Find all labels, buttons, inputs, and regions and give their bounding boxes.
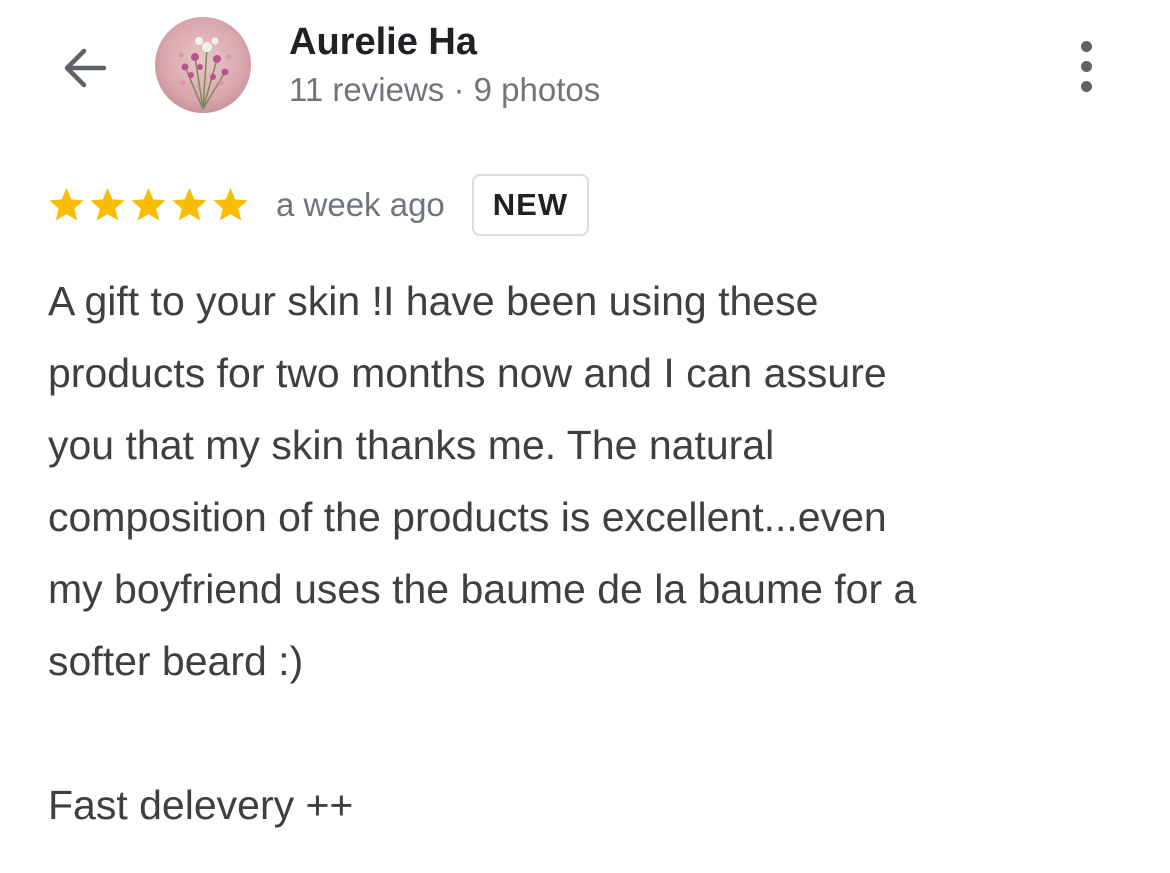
review-text-line: Fast delevery ++ — [48, 782, 354, 828]
star-icon — [49, 188, 84, 221]
review-text-line: my boyfriend uses the baume de la baume … — [48, 566, 917, 612]
more-vert-icon-dot — [1080, 80, 1092, 92]
star-icon — [131, 188, 166, 221]
review-text: A gift to your skin !I have been using t… — [48, 265, 1128, 841]
star-icon — [213, 188, 248, 221]
author-review-count: 11 reviews · 9 photos — [289, 71, 601, 108]
back-button[interactable] — [50, 34, 118, 102]
review-time: a week ago — [276, 186, 445, 223]
author-name[interactable]: Aurelie Ha — [289, 20, 477, 64]
more-vert-icon-dot — [1080, 60, 1092, 72]
review-text-line: products for two months now and I can as… — [48, 350, 887, 396]
avatar[interactable] — [155, 17, 251, 113]
review-text-line: A gift to your skin !I have been using t… — [48, 278, 819, 324]
review-text-line: composition of the products is excellent… — [48, 494, 887, 540]
star-icon — [172, 188, 207, 221]
review-text-line: softer beard :) — [48, 638, 304, 684]
star-rating — [46, 185, 251, 225]
more-options-button[interactable] — [1060, 36, 1112, 96]
more-vert-icon — [1080, 40, 1092, 52]
avatar-image — [155, 17, 251, 113]
star-icon — [90, 188, 125, 221]
new-badge: NEW — [471, 174, 590, 236]
review-text-line: you that my skin thanks me. The natural — [48, 422, 775, 468]
rating-row: a week ago NEW — [46, 172, 590, 238]
arrow-back-icon — [64, 48, 107, 88]
